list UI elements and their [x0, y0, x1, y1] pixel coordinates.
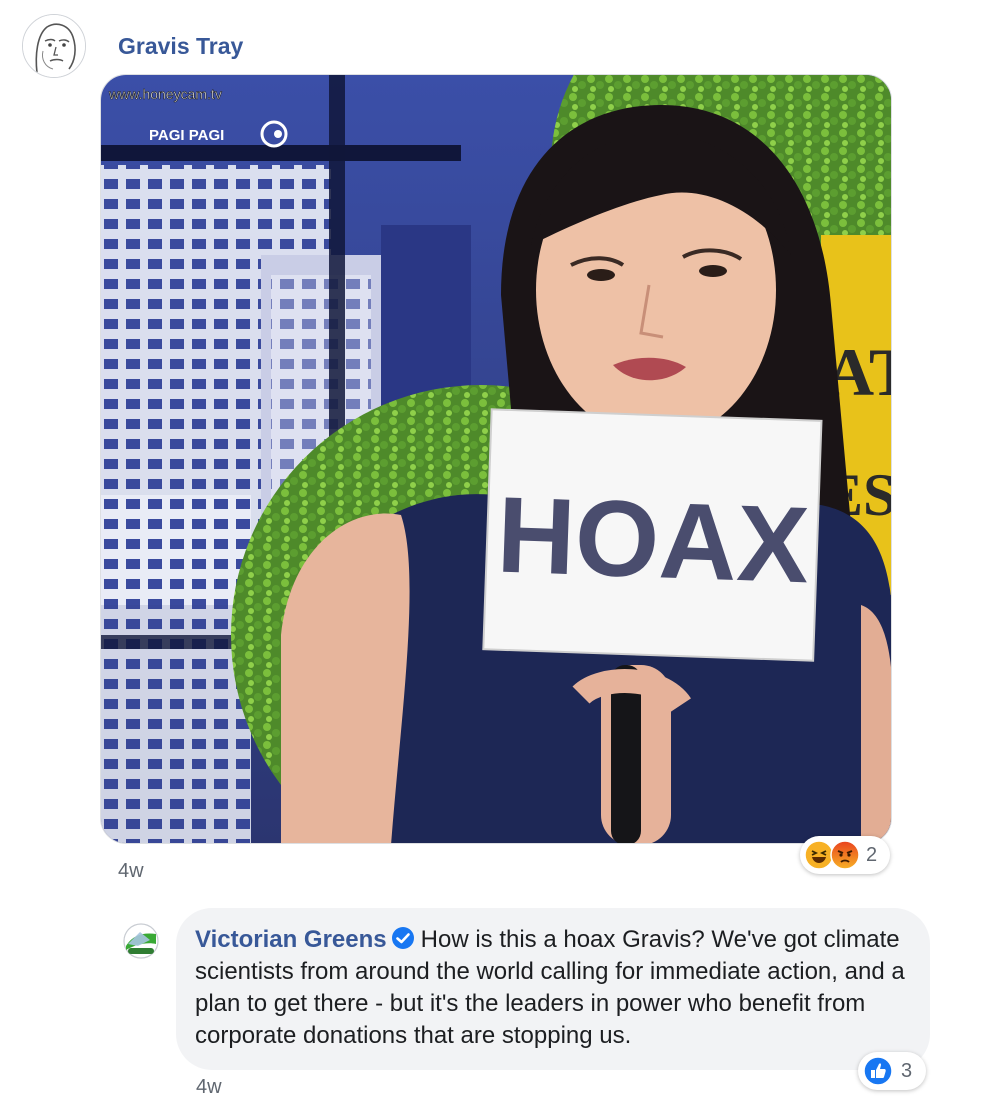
gif-channel-label: PAGI PAGI	[149, 127, 224, 144]
verified-badge-icon	[391, 927, 414, 949]
post-timestamp[interactable]: 4w	[118, 860, 144, 883]
reply-timestamp[interactable]: 4w	[196, 1076, 222, 1099]
post-reactions[interactable]: 2	[800, 836, 890, 874]
post-gif-image[interactable]: AT ES HOAX www.honeycam.tv PAGI PAGI	[100, 74, 892, 844]
angry-icon	[830, 840, 860, 870]
avatar-victorian-greens[interactable]	[122, 922, 160, 960]
reply-reactions[interactable]: 3	[858, 1052, 926, 1090]
reply-author-name[interactable]: Victorian Greens	[195, 926, 387, 953]
like-icon	[863, 1056, 893, 1086]
gif-sign-text: HOAX	[495, 474, 811, 606]
gif-watermark: www.honeycam.tv	[108, 86, 222, 102]
reply-bubble: Victorian Greens How is this a hoax Gravi…	[176, 908, 930, 1070]
reaction-count: 2	[866, 843, 878, 866]
post-author-name[interactable]: Gravis Tray	[118, 32, 243, 60]
reply-like-count: 3	[901, 1059, 913, 1082]
avatar-gravis-tray[interactable]	[22, 14, 86, 78]
